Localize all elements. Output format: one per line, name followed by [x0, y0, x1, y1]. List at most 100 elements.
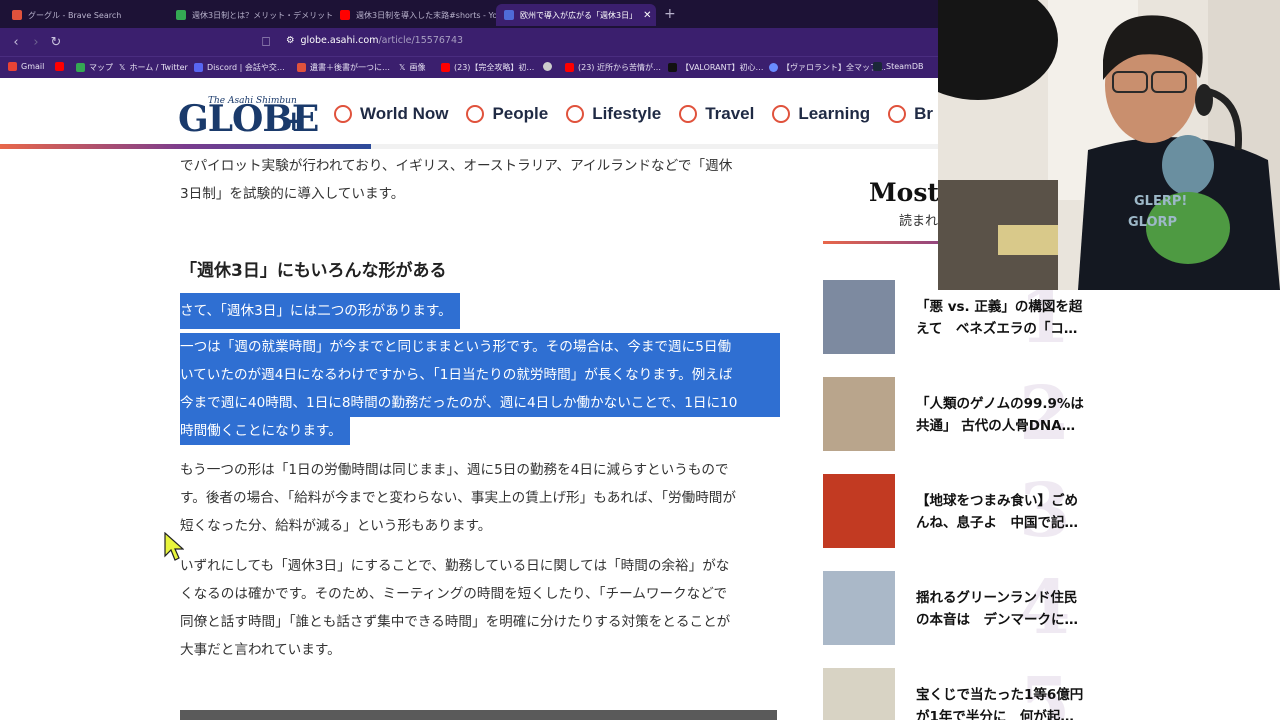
webcam-person-image: GLERP! GLORP	[938, 0, 1280, 290]
reading-progress-fill	[0, 144, 372, 149]
gmail-icon	[8, 62, 17, 71]
ranking-item-title: 宝くじで当たった1等6億円が1年で半分に 何が起…	[916, 687, 1084, 720]
bookmark-label: 【VALORANT】初心…	[681, 63, 764, 72]
bookmark-maps[interactable]: マップ	[76, 62, 113, 73]
text-line: 同僚と話す時間」「誰とも話さず集中できる時間」を明確に分けたりする対策をとること…	[180, 614, 731, 630]
selected-line: 一つは「週の就業時間」が今までと同じままという形です。その場合は、今まで週に5日…	[180, 333, 780, 361]
ranking-item[interactable]: 3 【地球をつまみ食い】ごめんね、息子よ 中国で記…	[823, 468, 1123, 554]
x-icon: 𝕏	[119, 63, 126, 72]
nav-label: Br	[914, 104, 934, 123]
tab-label: 週休3日制とは？メリット・デメリットや導…	[192, 10, 332, 20]
steamdb-icon	[873, 62, 882, 71]
nav-label: World Now	[360, 104, 449, 123]
bookmark-label: 画像	[409, 63, 426, 72]
bookmark-label: 遺書＋後書が一つに…	[310, 63, 390, 72]
bookmark-discord[interactable]: Discord | 会話や交…	[194, 62, 285, 73]
ranking-item[interactable]: 4 揺れるグリーンランド住民の本音は デンマークに…	[823, 565, 1123, 651]
note-icon	[297, 63, 306, 72]
svg-text:GLORP: GLORP	[1128, 215, 1177, 230]
map-guide-icon	[769, 63, 778, 72]
text-line: 大事だと言われています。	[180, 642, 341, 658]
article-thumbnail	[823, 668, 895, 720]
nav-label: Lifestyle	[592, 104, 662, 123]
nav-lifestyle[interactable]: Lifestyle	[566, 104, 661, 124]
url-field[interactable]: ⚙ globe.asahi.com/article/15576743	[286, 35, 463, 46]
forward-icon[interactable]: ›	[26, 35, 46, 50]
bookmark-video-1[interactable]: (23)【完全攻略】初…	[441, 62, 534, 73]
tab-label: 欧州で導入が広がる「週休3日」	[520, 10, 638, 20]
book-icon	[888, 105, 907, 123]
text-line: いずれにしても「週休3日」にすることで、勤務している日に関しては「時間の余裕」が…	[180, 558, 730, 574]
tab-youtube[interactable]: 週休3日制を導入した末路#shorts - Yo…	[332, 4, 496, 26]
ranking-item-title: 【地球をつまみ食い】ごめんね、息子よ 中国で記…	[916, 493, 1078, 531]
tab-article-1[interactable]: 週休3日制とは？メリット・デメリットや導…	[168, 4, 332, 26]
maps-icon	[76, 63, 85, 72]
bookmark-video-2[interactable]: (23) 近所から苦情が…	[565, 62, 661, 73]
selected-paragraph-1: さて、「週休3日」には二つの形があります。	[180, 293, 460, 329]
nav-travel[interactable]: Travel	[679, 104, 754, 124]
nav-books[interactable]: Br	[888, 104, 933, 124]
paragraph-4: いずれにしても「週休3日」にすることで、勤務している日に関しては「時間の余裕」が…	[180, 552, 780, 664]
tab-label: 週休3日制を導入した末路#shorts - Yo…	[356, 10, 496, 20]
nav-people[interactable]: People	[466, 104, 548, 124]
bookmark-images[interactable]: 𝕏 画像	[399, 62, 425, 73]
discord-icon	[194, 63, 203, 72]
youtube-favicon-icon	[340, 10, 350, 20]
ranking-title: Most	[869, 178, 939, 207]
bookmark-youtube[interactable]	[55, 62, 64, 71]
bookmark-label: マップ	[89, 63, 113, 72]
article-image	[180, 710, 777, 720]
bookmark-gmail[interactable]: Gmail	[8, 62, 44, 71]
section-heading: 「週休3日」にもいろんな形がある	[180, 261, 447, 281]
globe-icon	[543, 62, 552, 71]
webcam-overlay: GLERP! GLORP	[938, 0, 1280, 290]
nav-world-now[interactable]: World Now	[334, 104, 448, 124]
bookmark-steamdb[interactable]: SteamDB	[873, 62, 923, 71]
article-thumbnail	[823, 377, 895, 451]
ranking-item-title: 揺れるグリーンランド住民の本音は デンマークに…	[916, 590, 1078, 628]
new-tab-icon[interactable]: +	[664, 6, 676, 22]
x-icon: 𝕏	[399, 63, 406, 72]
bookmark-globe[interactable]	[543, 62, 552, 71]
site-info-icon[interactable]: ⚙	[286, 35, 295, 46]
site-favicon-icon	[176, 10, 186, 20]
nav-learning[interactable]: Learning	[772, 104, 870, 124]
nav-label: Learning	[798, 104, 871, 123]
bookmark-label: 【ヴァロラント】全マップ…	[782, 63, 886, 72]
intro-paragraph: でパイロット実験が行われており、イギリス、オーストラリア、アイルランドなどで「週…	[180, 152, 780, 208]
close-tab-icon[interactable]: ✕	[643, 10, 651, 21]
bookmark-twitter[interactable]: 𝕏 ホーム / Twitter	[119, 62, 188, 73]
ranking-item-title: 「悪 vs. 正義」の構図を超えて ベネズエラの「コ…	[916, 299, 1083, 337]
text-line: もう一つの形は「1日の労働時間は同じまま」、週に5日の勤務を4日に減らすというも…	[180, 462, 729, 478]
ranking-item[interactable]: 2 「人類のゲノムの99.9%は共通」 古代の人骨DNA…	[823, 371, 1123, 457]
reload-icon[interactable]: ↻	[46, 35, 66, 50]
bookmark-valorant-maps[interactable]: 【ヴァロラント】全マップ…	[769, 62, 886, 73]
nav-label: People	[492, 104, 549, 123]
text-line: くなるのは確かです。そのため、ミーティングの時間を短くしたり、「チームワークなど…	[180, 586, 728, 602]
plane-icon	[679, 105, 698, 123]
url-path: /article/15576743	[378, 35, 464, 46]
nav-label: Travel	[705, 104, 755, 123]
ranking-subtitle: 読まれ	[899, 214, 939, 229]
ranking-item[interactable]: 5 宝くじで当たった1等6億円が1年で半分に 何が起…	[823, 662, 1123, 720]
tab-brave-search[interactable]: グーグル - Brave Search	[4, 4, 168, 26]
selected-line: 時間働くことになります。	[180, 417, 350, 445]
tab-globe-active[interactable]: 欧州で導入が広がる「週休3日」 ✕	[496, 4, 656, 26]
ranking-item[interactable]: 1 「悪 vs. 正義」の構図を超えて ベネズエラの「コ…	[823, 274, 1123, 360]
globe-favicon-icon	[504, 10, 514, 20]
pencil-icon	[772, 105, 791, 123]
text-line: でパイロット実験が行われており、イギリス、オーストラリア、アイルランドなどで「週…	[180, 158, 733, 174]
back-icon[interactable]: ‹	[6, 35, 26, 50]
selected-line: 今まで週に40時間、1日に8時間の勤務だったのが、週に4日しか働かないことで、1…	[180, 389, 780, 417]
tab-label: グーグル - Brave Search	[28, 10, 122, 20]
youtube-icon	[441, 63, 450, 72]
selected-paragraph-2: 一つは「週の就業時間」が今までと同じままという形です。その場合は、今まで週に5日…	[180, 333, 780, 445]
bookmark-icon[interactable]: ⎕	[256, 35, 276, 50]
bookmark-label: ホーム / Twitter	[129, 63, 188, 72]
bookmark-valorant[interactable]: 【VALORANT】初心…	[668, 62, 763, 73]
bookmark-note[interactable]: 遺書＋後書が一つに…	[297, 62, 390, 73]
valorant-icon	[668, 63, 677, 72]
bookmark-label: (23) 近所から苦情が…	[578, 63, 661, 72]
heart-icon	[566, 105, 585, 123]
brave-favicon-icon	[12, 10, 22, 20]
